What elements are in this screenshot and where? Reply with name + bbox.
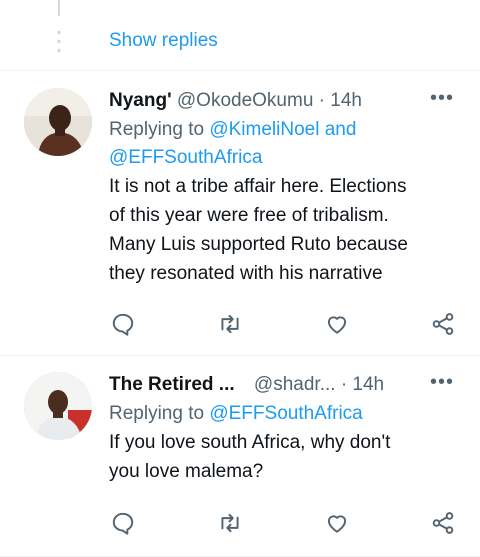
show-replies-link[interactable]: Show replies [109, 30, 218, 52]
retweet-icon[interactable] [217, 510, 243, 536]
mention-link[interactable]: @KimeliNoel and [209, 119, 356, 140]
avatar[interactable] [24, 88, 92, 156]
tweet[interactable]: The Retired ... @shadr... · 14h ••• Repl… [0, 356, 480, 556]
reply-icon[interactable] [110, 311, 136, 337]
tweet-header: Nyang' @OkodeOkumu · 14h ••• [109, 88, 460, 114]
mention-link[interactable]: @EFFSouthAfrica [209, 403, 362, 424]
tweet-actions [110, 510, 458, 538]
replying-to: Replying to @KimeliNoel and @EFFSouthAfr… [109, 116, 460, 172]
tweet-text: It is not a tribe affair here. Elections… [109, 172, 460, 288]
thread-line [58, 0, 60, 16]
display-name[interactable]: The Retired ... [109, 374, 235, 395]
more-options-icon[interactable]: ••• [430, 372, 454, 392]
like-icon[interactable] [324, 510, 350, 536]
tweet-text-line: If you love south Africa, why don't [109, 432, 391, 453]
avatar[interactable] [24, 372, 92, 440]
timestamp[interactable]: · 14h [319, 90, 362, 111]
replying-prefix: Replying to [109, 119, 205, 140]
replying-to: Replying to @EFFSouthAfrica [109, 400, 460, 428]
tweet-text-line: It is not a tribe affair here. Elections [109, 176, 407, 197]
thread-connector: Show replies [0, 0, 480, 70]
tweet-text-line: Many Luis supported Ruto because [109, 234, 408, 255]
tweet-text-line: they resonated with his narrative [109, 263, 383, 284]
reply-icon[interactable] [110, 510, 136, 536]
tweet-text: If you love south Africa, why don't you … [109, 428, 460, 486]
tweet-header: The Retired ... @shadr... · 14h ••• [109, 372, 460, 398]
tweet[interactable]: Nyang' @OkodeOkumu · 14h ••• Replying to… [0, 71, 480, 355]
more-options-icon[interactable]: ••• [430, 88, 454, 108]
retweet-icon[interactable] [217, 311, 243, 337]
share-icon[interactable] [430, 311, 456, 337]
timestamp[interactable]: · 14h [341, 374, 384, 395]
tweet-actions [110, 311, 458, 339]
like-icon[interactable] [324, 311, 350, 337]
tweet-text-line: you love malema? [109, 461, 264, 482]
mention-link[interactable]: @EFFSouthAfrica [109, 147, 262, 168]
handle[interactable]: @shadr... [254, 374, 336, 395]
replying-prefix: Replying to [109, 403, 205, 424]
handle[interactable]: @OkodeOkumu [177, 90, 314, 111]
share-icon[interactable] [430, 510, 456, 536]
display-name[interactable]: Nyang' [109, 90, 172, 111]
thread-dots [57, 28, 61, 56]
tweet-text-line: of this year were free of tribalism. [109, 205, 389, 226]
